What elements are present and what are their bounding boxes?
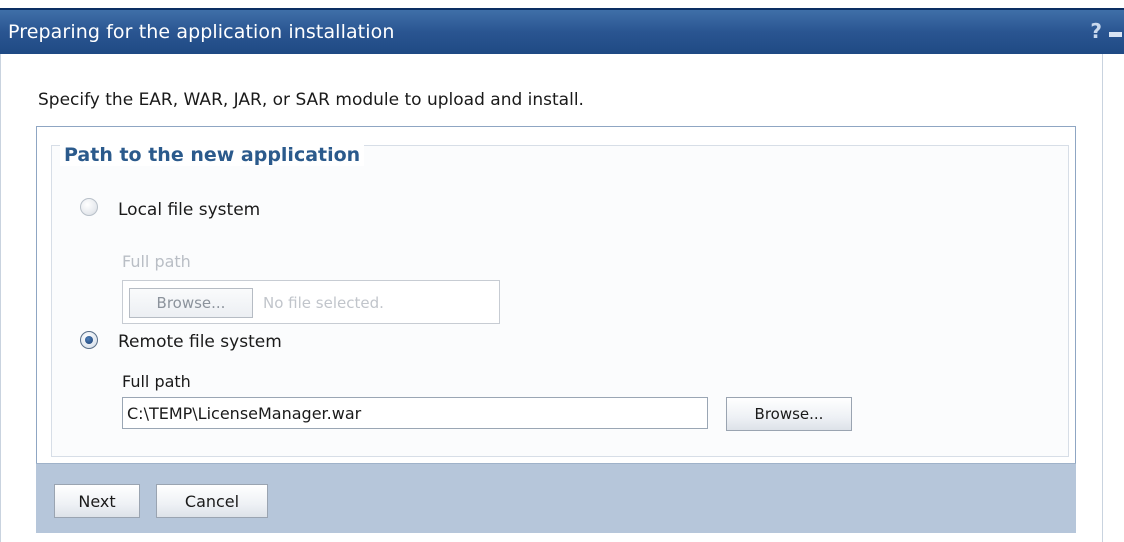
upload-form: Path to the new application Local file s… (36, 126, 1076, 502)
remote-path-input[interactable] (122, 397, 708, 429)
local-file-chooser: Browse... No file selected. (122, 280, 500, 324)
remote-browse-button[interactable]: Browse... (726, 397, 852, 431)
next-button[interactable]: Next (54, 484, 140, 518)
button-bar: Next Cancel (36, 463, 1076, 533)
cancel-button[interactable]: Cancel (156, 484, 268, 518)
remote-file-system-label[interactable]: Remote file system (118, 332, 282, 352)
instructions-text: Specify the EAR, WAR, JAR, or SAR module… (38, 90, 584, 110)
local-browse-button[interactable]: Browse... (129, 288, 253, 318)
install-wizard-page: Preparing for the application installati… (0, 0, 1124, 542)
title-bar: Preparing for the application installati… (0, 8, 1124, 54)
local-full-path-label: Full path (122, 252, 191, 271)
window-title: Preparing for the application installati… (8, 21, 395, 43)
remote-full-path-label: Full path (122, 372, 191, 391)
panel-border-right (1102, 54, 1103, 542)
local-file-system-radio[interactable] (80, 198, 98, 216)
path-fieldset: Path to the new application Local file s… (51, 144, 1069, 457)
local-file-system-label[interactable]: Local file system (118, 200, 260, 220)
fieldset-legend: Path to the new application (60, 144, 365, 166)
panel-border-left (0, 54, 1, 542)
minimize-icon[interactable] (1109, 32, 1122, 37)
no-file-selected-text: No file selected. (263, 294, 384, 312)
help-icon[interactable]: ? (1090, 19, 1102, 43)
remote-file-system-radio[interactable] (80, 331, 98, 349)
